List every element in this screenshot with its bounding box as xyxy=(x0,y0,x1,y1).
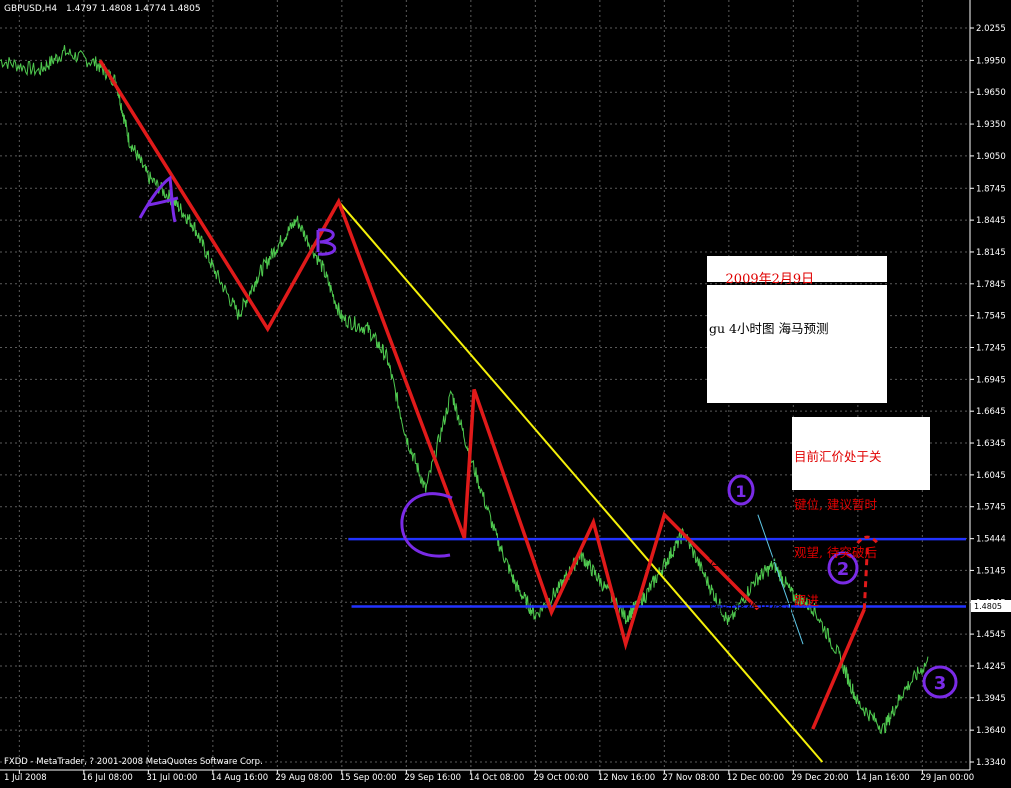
x-tick-label: 14 Aug 16:00 xyxy=(211,773,268,783)
note-forecast-line1: gu 4小时图 海马预测 xyxy=(709,321,829,336)
y-tick-label: 1.5745 xyxy=(976,503,1006,513)
y-tick-label: 1.8445 xyxy=(976,216,1006,226)
note-advice-box: 目前汇价处于关 键位, 建议暂时 观望, 待突破后 跟进 xyxy=(792,417,930,608)
y-tick-label: 1.4545 xyxy=(976,630,1006,640)
y-tick-label: 1.6045 xyxy=(976,471,1006,481)
note-date-box: 2009年2月9日 xyxy=(707,256,887,287)
y-tick-label: 1.5145 xyxy=(976,566,1006,576)
x-tick-label: 29 Jan 00:00 xyxy=(920,773,974,783)
x-tick-label: 1 Jul 2008 xyxy=(4,773,47,783)
y-tick-label: 1.6945 xyxy=(976,375,1006,385)
footer-credit: FXDD - MetaTrader, ? 2001-2008 MetaQuote… xyxy=(4,757,263,767)
y-tick-label: 1.3945 xyxy=(976,694,1006,704)
x-tick-label: 14 Jan 16:00 xyxy=(856,773,910,783)
x-tick-label: 29 Sep 16:00 xyxy=(404,773,461,783)
y-tick-label: 1.6345 xyxy=(976,439,1006,449)
y-tick-label: 2.0255 xyxy=(976,24,1006,34)
y-tick-label: 1.9350 xyxy=(976,120,1006,130)
y-tick-label: 1.8745 xyxy=(976,184,1006,194)
x-tick-label: 31 Jul 00:00 xyxy=(146,773,197,783)
y-tick-label: 1.3340 xyxy=(976,758,1006,768)
y-tick-label: 1.7845 xyxy=(976,280,1006,290)
chart-ohlc-label: 1.4797 1.4808 1.4774 1.4805 xyxy=(66,4,201,14)
note-forecast-box: gu 4小时图 海马预测 第一目标位1.51附近 第二目标位1.54附近 注意本… xyxy=(707,285,887,616)
x-tick-label: 15 Sep 00:00 xyxy=(340,773,397,783)
x-tick-label: 27 Nov 08:00 xyxy=(662,773,719,783)
y-tick-label: 1.6645 xyxy=(976,407,1006,417)
x-tick-label: 16 Jul 08:00 xyxy=(82,773,133,783)
y-tick-label: 1.7545 xyxy=(976,312,1006,322)
y-tick-label: 1.7245 xyxy=(976,343,1006,353)
x-tick-label: 14 Oct 08:00 xyxy=(469,773,524,783)
wave-label-3-text: 3 xyxy=(934,673,947,694)
chart-symbol-label: GBPUSD,H4 xyxy=(4,4,57,14)
y-tick-label: 1.8145 xyxy=(976,248,1006,258)
note-advice-line3: 观望, 待突破后 xyxy=(794,545,877,560)
y-tick-label: 1.9050 xyxy=(976,152,1006,162)
x-tick-label: 12 Dec 00:00 xyxy=(727,773,784,783)
x-tick-label: 12 Nov 16:00 xyxy=(598,773,655,783)
x-tick-label: 29 Dec 20:00 xyxy=(791,773,848,783)
note-advice-line4: 跟进 xyxy=(794,593,820,608)
chart: 2.0255 1.9950 1.9650 1.9350 1.9050 1.8745 1.84… xyxy=(0,0,1011,784)
x-tick-label: 29 Oct 00:00 xyxy=(533,773,588,783)
y-tick-label: 1.3640 xyxy=(976,726,1006,736)
x-tick-label: 29 Aug 08:00 xyxy=(275,773,332,783)
y-tick-label: 1.4245 xyxy=(976,662,1006,672)
y-tick-label: 1.5444 xyxy=(976,535,1006,545)
note-advice-line2: 键位, 建议暂时 xyxy=(794,497,877,512)
current-price-tag: 1.4805 xyxy=(974,602,1002,611)
y-tick-label: 1.9950 xyxy=(976,56,1006,66)
y-tick-label: 1.9650 xyxy=(976,88,1006,98)
note-advice-line1: 目前汇价处于关 xyxy=(794,449,882,464)
